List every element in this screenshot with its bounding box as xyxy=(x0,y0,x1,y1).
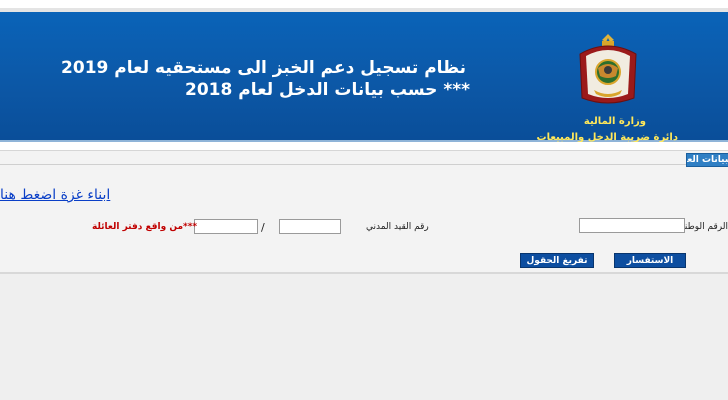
jordan-coat-of-arms-icon xyxy=(579,34,637,104)
clear-fields-button[interactable]: تفريغ الحقول xyxy=(520,253,594,268)
tab-underline xyxy=(0,164,686,165)
civil-registry-label: رقم القيد المدني xyxy=(366,222,429,232)
page-subtitle: *** حسب بيانات الدخل لعام 2018 xyxy=(185,80,470,100)
family-book-note: ***من واقع دفتر العائلة xyxy=(92,222,198,232)
slash-separator: / xyxy=(261,221,265,234)
inquiry-button[interactable]: الاستفسار xyxy=(614,253,686,268)
ministry-name: وزارة المالية xyxy=(583,116,646,127)
header-banner: نظام تسجيل دعم الخبز الى مستحقيه لعام 20… xyxy=(0,12,728,143)
top-strip xyxy=(0,0,728,8)
gaza-children-link[interactable]: ابناء غزة اضغط هنا xyxy=(0,187,110,203)
toolbar-strip xyxy=(0,142,728,151)
page-title: نظام تسجيل دعم الخبز الى مستحقيه لعام 20… xyxy=(61,58,466,78)
civil-registry-office-input[interactable] xyxy=(194,219,258,234)
tab-general-data[interactable]: البيانات العامة xyxy=(686,153,728,167)
national-id-input[interactable] xyxy=(579,218,685,233)
content-area xyxy=(0,274,728,400)
civil-registry-number-input[interactable] xyxy=(279,219,341,234)
